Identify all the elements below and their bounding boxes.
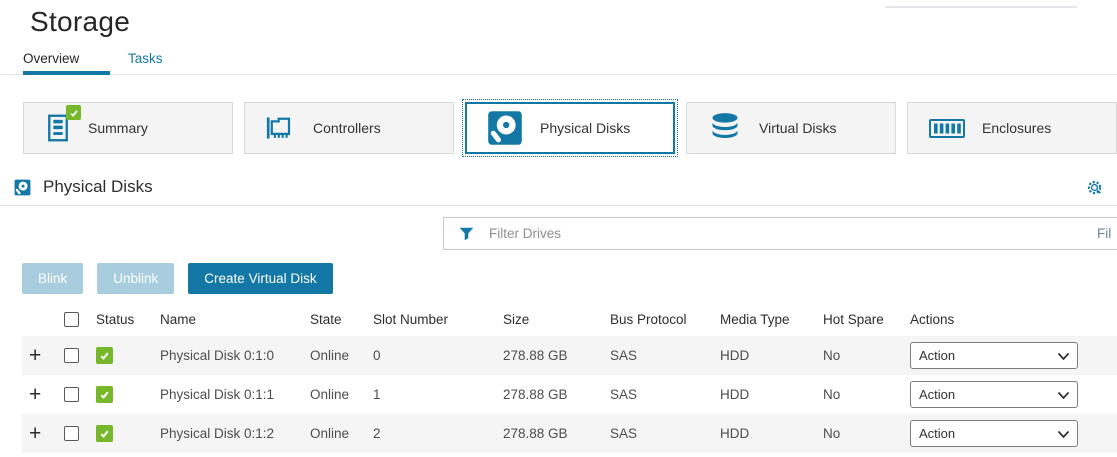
summary-icon-wrap xyxy=(45,114,71,142)
disk-media-type: HDD xyxy=(720,375,823,414)
green-check-badge-icon xyxy=(66,105,81,120)
section-title: Physical Disks xyxy=(43,177,153,197)
card-physical-disks-label: Physical Disks xyxy=(540,120,630,136)
disk-hot-spare: No xyxy=(823,336,910,375)
filter-drives-box: Fil xyxy=(443,217,1117,250)
disk-name: Physical Disk 0:1:1 xyxy=(160,375,310,414)
actions-column-header: Actions xyxy=(910,303,1117,336)
status-column-header: Status xyxy=(96,303,160,336)
expand-column-header xyxy=(22,303,64,336)
top-border-artifact xyxy=(885,6,1077,8)
active-tab-underline xyxy=(23,71,110,75)
disk-name: Physical Disk 0:1:2 xyxy=(160,414,310,453)
table-header-row: Status Name State Slot Number Size Bus P… xyxy=(22,303,1117,336)
expand-row-button[interactable]: + xyxy=(22,383,41,406)
disk-slot: 2 xyxy=(373,414,503,453)
page-title: Storage xyxy=(30,6,1117,38)
row-checkbox[interactable] xyxy=(64,387,79,402)
hot-spare-column-header: Hot Spare xyxy=(823,303,910,336)
disk-slot: 1 xyxy=(373,375,503,414)
action-select-wrap: Action xyxy=(910,342,1078,369)
blink-button[interactable]: Blink xyxy=(22,263,83,294)
card-controllers-label: Controllers xyxy=(313,120,381,136)
filter-drives-input[interactable] xyxy=(487,225,1117,242)
disk-bus-protocol: SAS xyxy=(610,336,720,375)
table-row: + Physical Disk 0:1:2 Online 2 278.88 GB… xyxy=(22,414,1117,453)
disk-hot-spare: No xyxy=(823,375,910,414)
action-select[interactable]: Action xyxy=(910,381,1078,408)
disk-slot: 0 xyxy=(373,336,503,375)
name-column-header: Name xyxy=(160,303,310,336)
action-select[interactable]: Action xyxy=(910,342,1078,369)
select-all-header xyxy=(64,303,96,336)
tab-overview[interactable]: Overview xyxy=(23,50,110,74)
physical-disks-section-icon xyxy=(14,179,31,196)
action-select[interactable]: Action xyxy=(910,420,1078,447)
tab-bar: Overview Tasks xyxy=(23,50,1117,74)
media-type-column-header: Media Type xyxy=(720,303,823,336)
card-controllers[interactable]: Controllers xyxy=(244,102,454,154)
action-select-wrap: Action xyxy=(910,381,1078,408)
card-physical-disks[interactable]: Physical Disks xyxy=(465,102,675,154)
card-enclosures[interactable]: Enclosures xyxy=(907,102,1117,154)
disk-state: Online xyxy=(310,375,373,414)
disk-media-type: HDD xyxy=(720,336,823,375)
disk-hot-spare: No xyxy=(823,414,910,453)
row-checkbox[interactable] xyxy=(64,348,79,363)
virtual-disks-icon-wrap xyxy=(708,112,742,144)
card-virtual-disks-label: Virtual Disks xyxy=(759,120,837,136)
enclosures-icon-wrap xyxy=(929,119,965,138)
filter-right-label[interactable]: Fil xyxy=(1097,226,1111,241)
status-ok-icon xyxy=(96,425,113,442)
status-ok-icon xyxy=(96,386,113,403)
tab-tasks-label: Tasks xyxy=(128,51,163,66)
create-virtual-disk-button[interactable]: Create Virtual Disk xyxy=(188,263,332,294)
card-enclosures-label: Enclosures xyxy=(982,120,1051,136)
table-row: + Physical Disk 0:1:0 Online 0 278.88 GB… xyxy=(22,336,1117,375)
row-checkbox[interactable] xyxy=(64,426,79,441)
unblink-button[interactable]: Unblink xyxy=(97,263,174,294)
status-ok-icon xyxy=(96,347,113,364)
size-column-header: Size xyxy=(503,303,610,336)
toolbar: Blink Unblink Create Virtual Disk xyxy=(22,263,1117,294)
tab-tasks[interactable]: Tasks xyxy=(128,50,215,74)
category-cards: Summary Controllers Physical Disks xyxy=(23,102,1117,154)
select-all-checkbox[interactable] xyxy=(64,312,79,327)
expand-row-button[interactable]: + xyxy=(22,422,41,445)
controllers-icon-wrap xyxy=(266,115,296,141)
physical-disks-table: Status Name State Slot Number Size Bus P… xyxy=(22,303,1117,453)
disk-size: 278.88 GB xyxy=(503,414,610,453)
filter-funnel-icon xyxy=(459,227,474,241)
physical-disks-icon xyxy=(487,110,523,146)
disk-bus-protocol: SAS xyxy=(610,375,720,414)
table-row: + Physical Disk 0:1:1 Online 1 278.88 GB… xyxy=(22,375,1117,414)
state-column-header: State xyxy=(310,303,373,336)
gear-icon[interactable] xyxy=(1086,179,1103,196)
disk-name: Physical Disk 0:1:0 xyxy=(160,336,310,375)
disk-size: 278.88 GB xyxy=(503,336,610,375)
disk-media-type: HDD xyxy=(720,414,823,453)
disk-size: 278.88 GB xyxy=(503,375,610,414)
virtual-disks-icon xyxy=(708,112,742,144)
slot-number-column-header: Slot Number xyxy=(373,303,503,336)
card-virtual-disks[interactable]: Virtual Disks xyxy=(686,102,896,154)
section-header: Physical Disks xyxy=(0,169,1117,206)
physical-disks-icon-wrap xyxy=(487,110,523,146)
card-summary[interactable]: Summary xyxy=(23,102,233,154)
expand-row-button[interactable]: + xyxy=(22,344,41,367)
tabs-divider xyxy=(0,74,1117,75)
controllers-icon xyxy=(266,115,296,141)
action-select-wrap: Action xyxy=(910,420,1078,447)
filter-row: Fil xyxy=(0,217,1117,250)
tab-overview-label: Overview xyxy=(23,51,79,66)
enclosures-icon xyxy=(929,119,965,138)
disk-state: Online xyxy=(310,336,373,375)
card-summary-label: Summary xyxy=(88,120,148,136)
disk-state: Online xyxy=(310,414,373,453)
bus-protocol-column-header: Bus Protocol xyxy=(610,303,720,336)
disk-bus-protocol: SAS xyxy=(610,414,720,453)
